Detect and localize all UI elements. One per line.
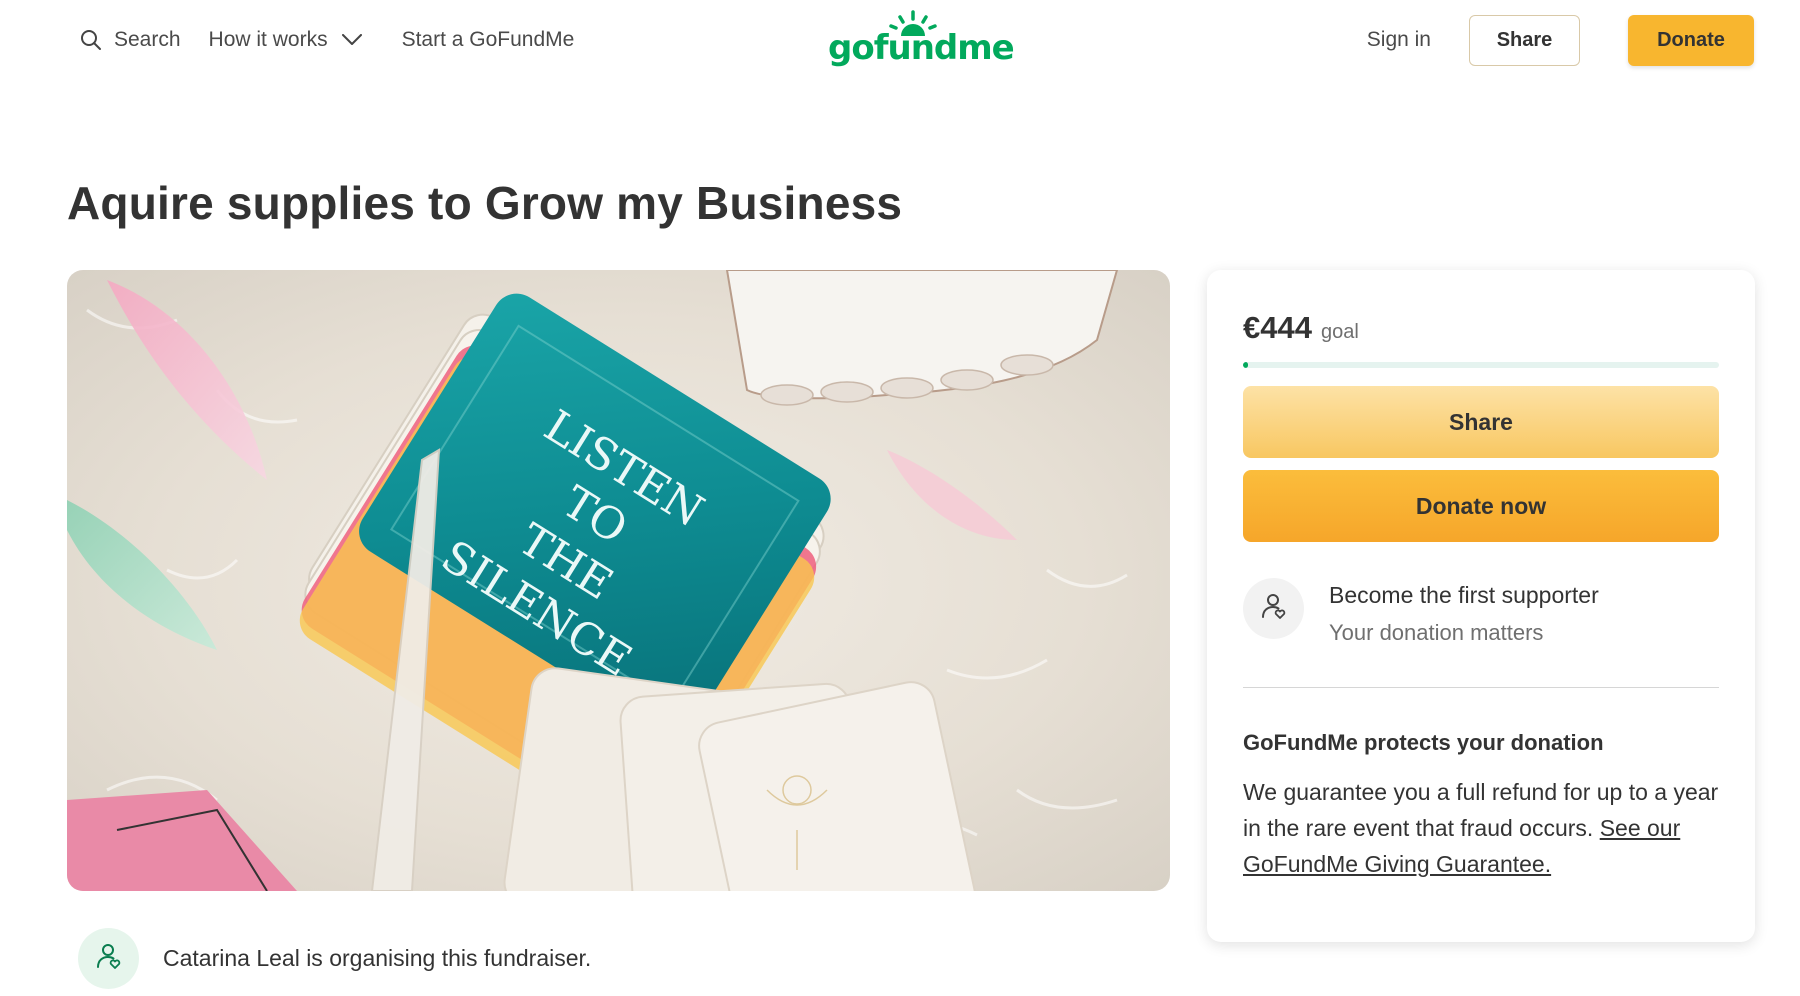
- organiser-row: Catarina Leal is organising this fundrai…: [78, 928, 591, 989]
- nav-right: Sign in Share Donate: [1367, 14, 1754, 66]
- nav-left: Search How it works Start a GoFundMe: [80, 22, 574, 58]
- campaign-hero-image[interactable]: LISTEN TO THE SILENCE: [67, 270, 1170, 891]
- goal-row: €444 goal: [1243, 310, 1359, 346]
- divider: [1243, 687, 1719, 688]
- donate-button-header[interactable]: Donate: [1628, 14, 1754, 66]
- page-title: Aquire supplies to Grow my Business: [67, 177, 903, 229]
- how-it-works-menu[interactable]: How it works: [209, 28, 362, 52]
- supporter-avatar: [1243, 578, 1304, 639]
- supporter-text: Become the first supporter Your donation…: [1329, 582, 1599, 646]
- logo-wordmark: gofundme: [828, 28, 1015, 68]
- top-navigation: Search How it works Start a GoFundMe gof…: [0, 0, 1800, 80]
- hero-illustration: LISTEN TO THE SILENCE: [67, 270, 1170, 891]
- supporter-title: Become the first supporter: [1329, 582, 1599, 608]
- progress-fill: [1243, 362, 1248, 368]
- goal-label: goal: [1320, 321, 1359, 343]
- first-supporter-row: Become the first supporter Your donation…: [1243, 578, 1599, 646]
- protection-title: GoFundMe protects your donation: [1243, 730, 1604, 755]
- sign-in-link[interactable]: Sign in: [1367, 28, 1431, 52]
- search-label: Search: [114, 28, 181, 51]
- gofundme-logo[interactable]: gofundme: [828, 10, 1015, 72]
- supporter-subtitle: Your donation matters: [1329, 620, 1544, 645]
- goal-amount: €444: [1243, 310, 1312, 345]
- person-heart-icon: [94, 941, 124, 976]
- donate-now-button[interactable]: Donate now: [1243, 470, 1719, 542]
- protection-body: We guarantee you a full refund for up to…: [1243, 774, 1719, 882]
- organiser-avatar: [78, 928, 139, 989]
- progress-bar: [1243, 362, 1719, 368]
- search-icon: [80, 29, 102, 51]
- how-it-works-label: How it works: [208, 28, 328, 51]
- chevron-down-icon: [341, 34, 362, 46]
- search-link[interactable]: Search: [80, 28, 181, 52]
- share-button[interactable]: Share: [1243, 386, 1719, 458]
- donation-card: €444 goal Share Donate now Become the fi…: [1207, 270, 1755, 942]
- organiser-text: Catarina Leal is organising this fundrai…: [163, 945, 592, 971]
- share-button-header[interactable]: Share: [1469, 14, 1580, 66]
- person-heart-icon: [1259, 591, 1289, 626]
- start-gofundme-link[interactable]: Start a GoFundMe: [402, 28, 575, 52]
